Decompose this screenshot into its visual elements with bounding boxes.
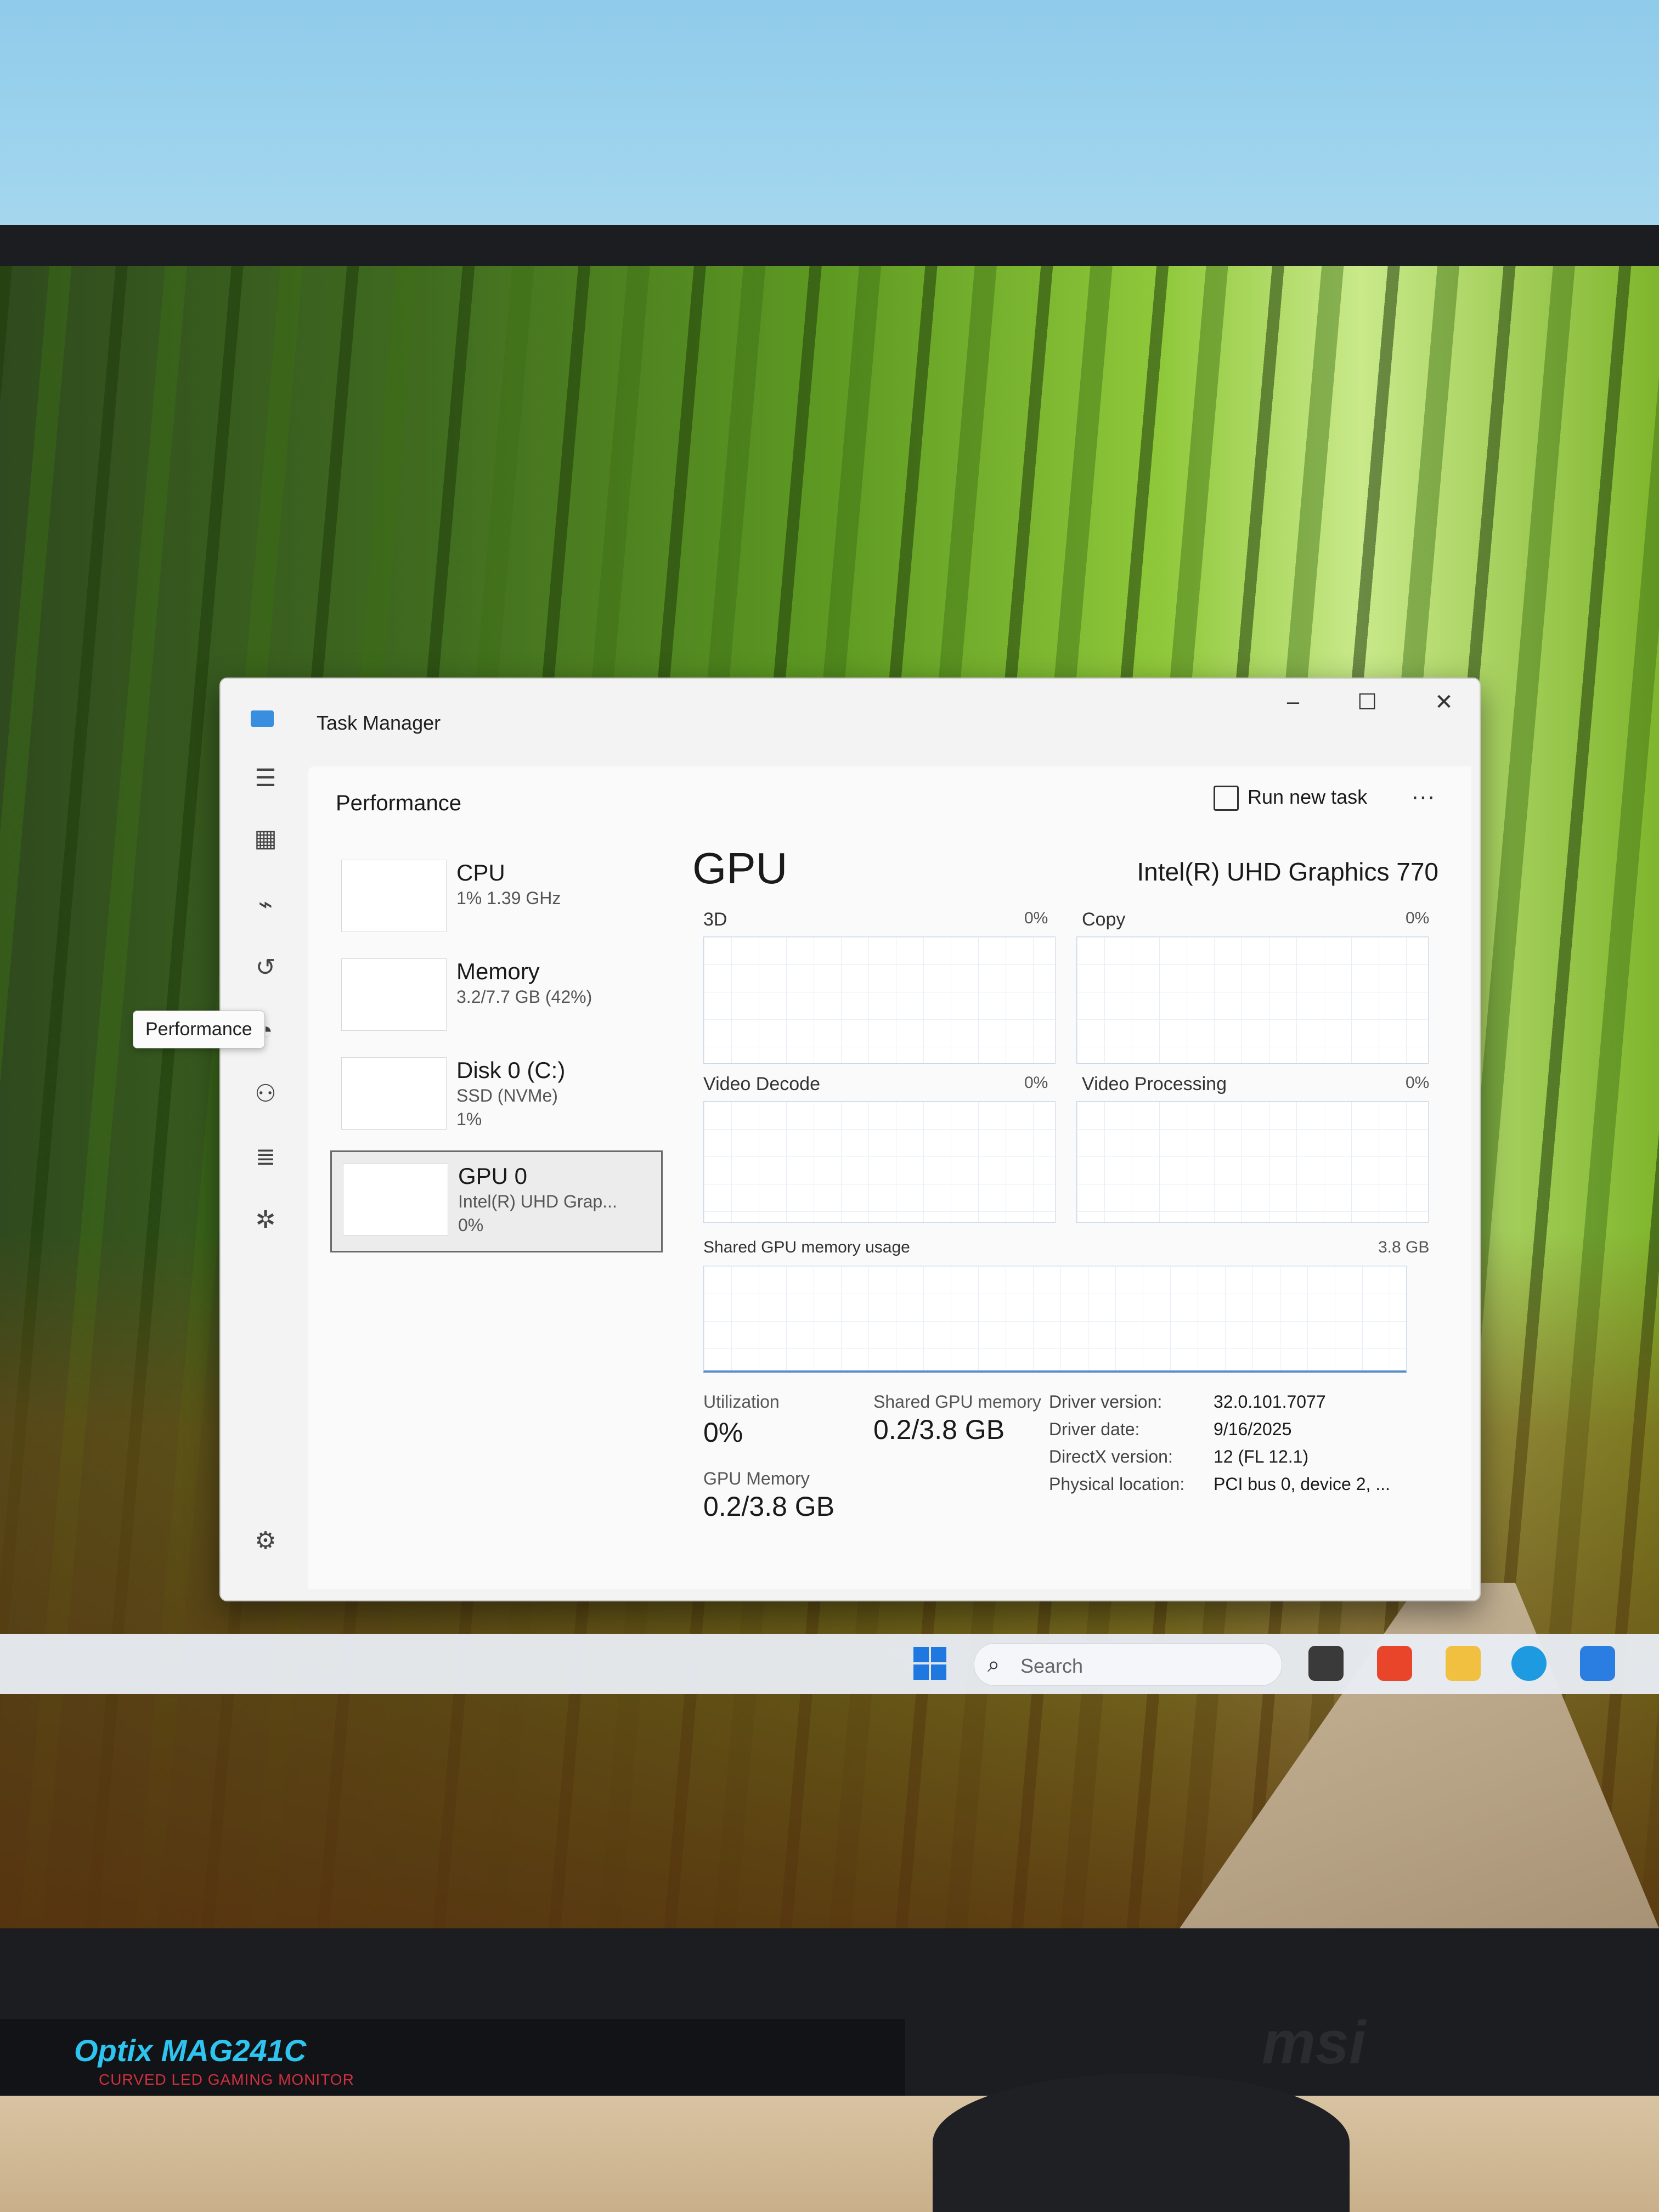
driver-date-value: 9/16/2025	[1214, 1419, 1292, 1439]
engine-copy-pct: 0%	[1406, 909, 1430, 927]
window-title: Task Manager	[317, 712, 441, 734]
settings-gear-icon[interactable]: ⚙	[248, 1523, 283, 1559]
memory-thumbnail-graph	[341, 958, 447, 1031]
resource-usage: 1%	[456, 1109, 482, 1129]
task-manager-window: Task Manager – ☐ ✕ ☰ ▦ ⌁ ↺ ◔ ⚇ ≣ ✲ ⚙ Per…	[133, 678, 1481, 1601]
page-title: Performance	[336, 791, 461, 815]
run-new-task-button[interactable]: Run new task	[1214, 786, 1367, 811]
task-view-icon[interactable]	[1308, 1646, 1344, 1681]
resource-name: Disk 0 (C:)	[456, 1057, 566, 1083]
title-bar[interactable]: Task Manager – ☐ ✕	[221, 679, 1480, 734]
engine-video-processing-graph	[1076, 1101, 1429, 1223]
resource-type: SSD (NVMe)	[456, 1086, 558, 1105]
shared-memory-value: 0.2/3.8 GB	[873, 1414, 1005, 1445]
engine-3d-pct: 0%	[1024, 909, 1048, 927]
performance-icon[interactable]: ⌁	[248, 887, 283, 922]
engine-3d-graph	[703, 936, 1056, 1064]
gpu-detail: GPU Intel(R) UHD Graphics 770 3D 0% Copy…	[692, 843, 1438, 1578]
engine-video-decode-label[interactable]: Video Decode	[703, 1074, 820, 1095]
monitor-stand	[933, 2074, 1350, 2212]
utilization-value: 0%	[703, 1417, 743, 1448]
utilization-label: Utilization	[703, 1392, 780, 1412]
resource-name: Memory	[456, 958, 540, 984]
windows-start-icon[interactable]	[913, 1647, 947, 1681]
hamburger-menu-icon[interactable]: ☰	[248, 761, 283, 796]
shared-memory-max: 3.8 GB	[1378, 1238, 1430, 1256]
resource-name: CPU	[456, 860, 505, 885]
resource-usage: 1% 1.39 GHz	[456, 888, 561, 908]
taskbar-search[interactable]: ⌕ Search	[974, 1643, 1282, 1686]
shared-memory-graph	[703, 1266, 1407, 1373]
engine-video-decode-graph	[703, 1101, 1056, 1223]
gpu-model: Intel(R) UHD Graphics 770	[1137, 857, 1438, 886]
file-explorer-icon[interactable]	[1446, 1646, 1481, 1681]
physical-location-label: Physical location:	[1049, 1474, 1185, 1494]
performance-panel: Performance Run new task ··· CPU 1% 1.39…	[308, 766, 1471, 1589]
edge-browser-icon[interactable]	[1511, 1646, 1547, 1681]
users-icon[interactable]: ⚇	[248, 1076, 283, 1111]
search-icon: ⌕	[988, 1652, 1000, 1677]
driver-date-label: Driver date:	[1049, 1419, 1140, 1439]
desk-surface	[0, 2096, 1659, 2212]
resource-usage: 0%	[458, 1215, 484, 1235]
engine-3d-label[interactable]: 3D	[703, 909, 727, 930]
details-icon[interactable]: ≣	[248, 1139, 283, 1175]
minimize-button[interactable]: –	[1277, 690, 1310, 714]
task-manager-icon	[251, 710, 274, 727]
directx-version-label: DirectX version:	[1049, 1447, 1173, 1466]
engine-video-decode-pct: 0%	[1024, 1074, 1048, 1092]
processes-icon[interactable]: ▦	[248, 821, 283, 856]
monitor-model: Optix MAG241C	[74, 2033, 307, 2068]
cpu-thumbnail-graph	[341, 860, 447, 932]
gpu-heading: GPU	[692, 844, 788, 893]
resource-model: Intel(R) UHD Grap...	[458, 1192, 617, 1211]
resource-gpu[interactable]: GPU 0 Intel(R) UHD Grap... 0%	[330, 1150, 663, 1252]
resource-name: GPU 0	[458, 1163, 528, 1189]
msi-logo: msi	[1262, 2009, 1366, 2076]
resource-cpu[interactable]: CPU 1% 1.39 GHz	[330, 849, 659, 947]
driver-version-value: 32.0.101.7077	[1214, 1392, 1326, 1412]
resource-usage: 3.2/7.7 GB (42%)	[456, 987, 592, 1007]
engine-video-processing-label[interactable]: Video Processing	[1082, 1074, 1227, 1095]
search-placeholder: Search	[1020, 1655, 1084, 1677]
performance-tooltip: Performance	[133, 1011, 265, 1048]
gpu-memory-label: GPU Memory	[703, 1469, 810, 1488]
gpu-thumbnail-graph	[343, 1163, 448, 1235]
engine-copy-graph	[1076, 936, 1429, 1064]
resource-disk[interactable]: Disk 0 (C:) SSD (NVMe) 1%	[330, 1046, 659, 1145]
resource-memory[interactable]: Memory 3.2/7.7 GB (42%)	[330, 947, 659, 1046]
engine-video-processing-pct: 0%	[1406, 1074, 1430, 1092]
maximize-button[interactable]: ☐	[1351, 690, 1384, 715]
wall-background	[0, 0, 1659, 236]
shared-memory-label: Shared GPU memory	[873, 1392, 1041, 1412]
shared-memory-usage-label: Shared GPU memory usage	[703, 1238, 910, 1256]
run-task-icon	[1214, 786, 1239, 811]
engine-copy-label[interactable]: Copy	[1082, 909, 1125, 930]
close-button[interactable]: ✕	[1427, 690, 1460, 715]
driver-version-label: Driver version:	[1049, 1392, 1163, 1412]
disk-thumbnail-graph	[341, 1057, 447, 1130]
office-icon[interactable]	[1377, 1646, 1412, 1681]
services-icon[interactable]: ✲	[248, 1203, 283, 1238]
nav-rail: ☰ ▦ ⌁ ↺ ◔ ⚇ ≣ ✲ ⚙ Performance ➤	[133, 761, 341, 1584]
store-icon[interactable]	[1580, 1646, 1615, 1681]
run-new-task-label: Run new task	[1248, 786, 1368, 808]
gpu-memory-value: 0.2/3.8 GB	[703, 1491, 835, 1522]
more-options-button[interactable]: ···	[1411, 783, 1435, 810]
physical-location-value: PCI bus 0, device 2, ...	[1214, 1474, 1390, 1494]
directx-version-value: 12 (FL 12.1)	[1214, 1447, 1309, 1466]
monitor-tagline: CURVED LED GAMING MONITOR	[99, 2071, 354, 2088]
app-history-icon[interactable]: ↺	[248, 950, 283, 985]
